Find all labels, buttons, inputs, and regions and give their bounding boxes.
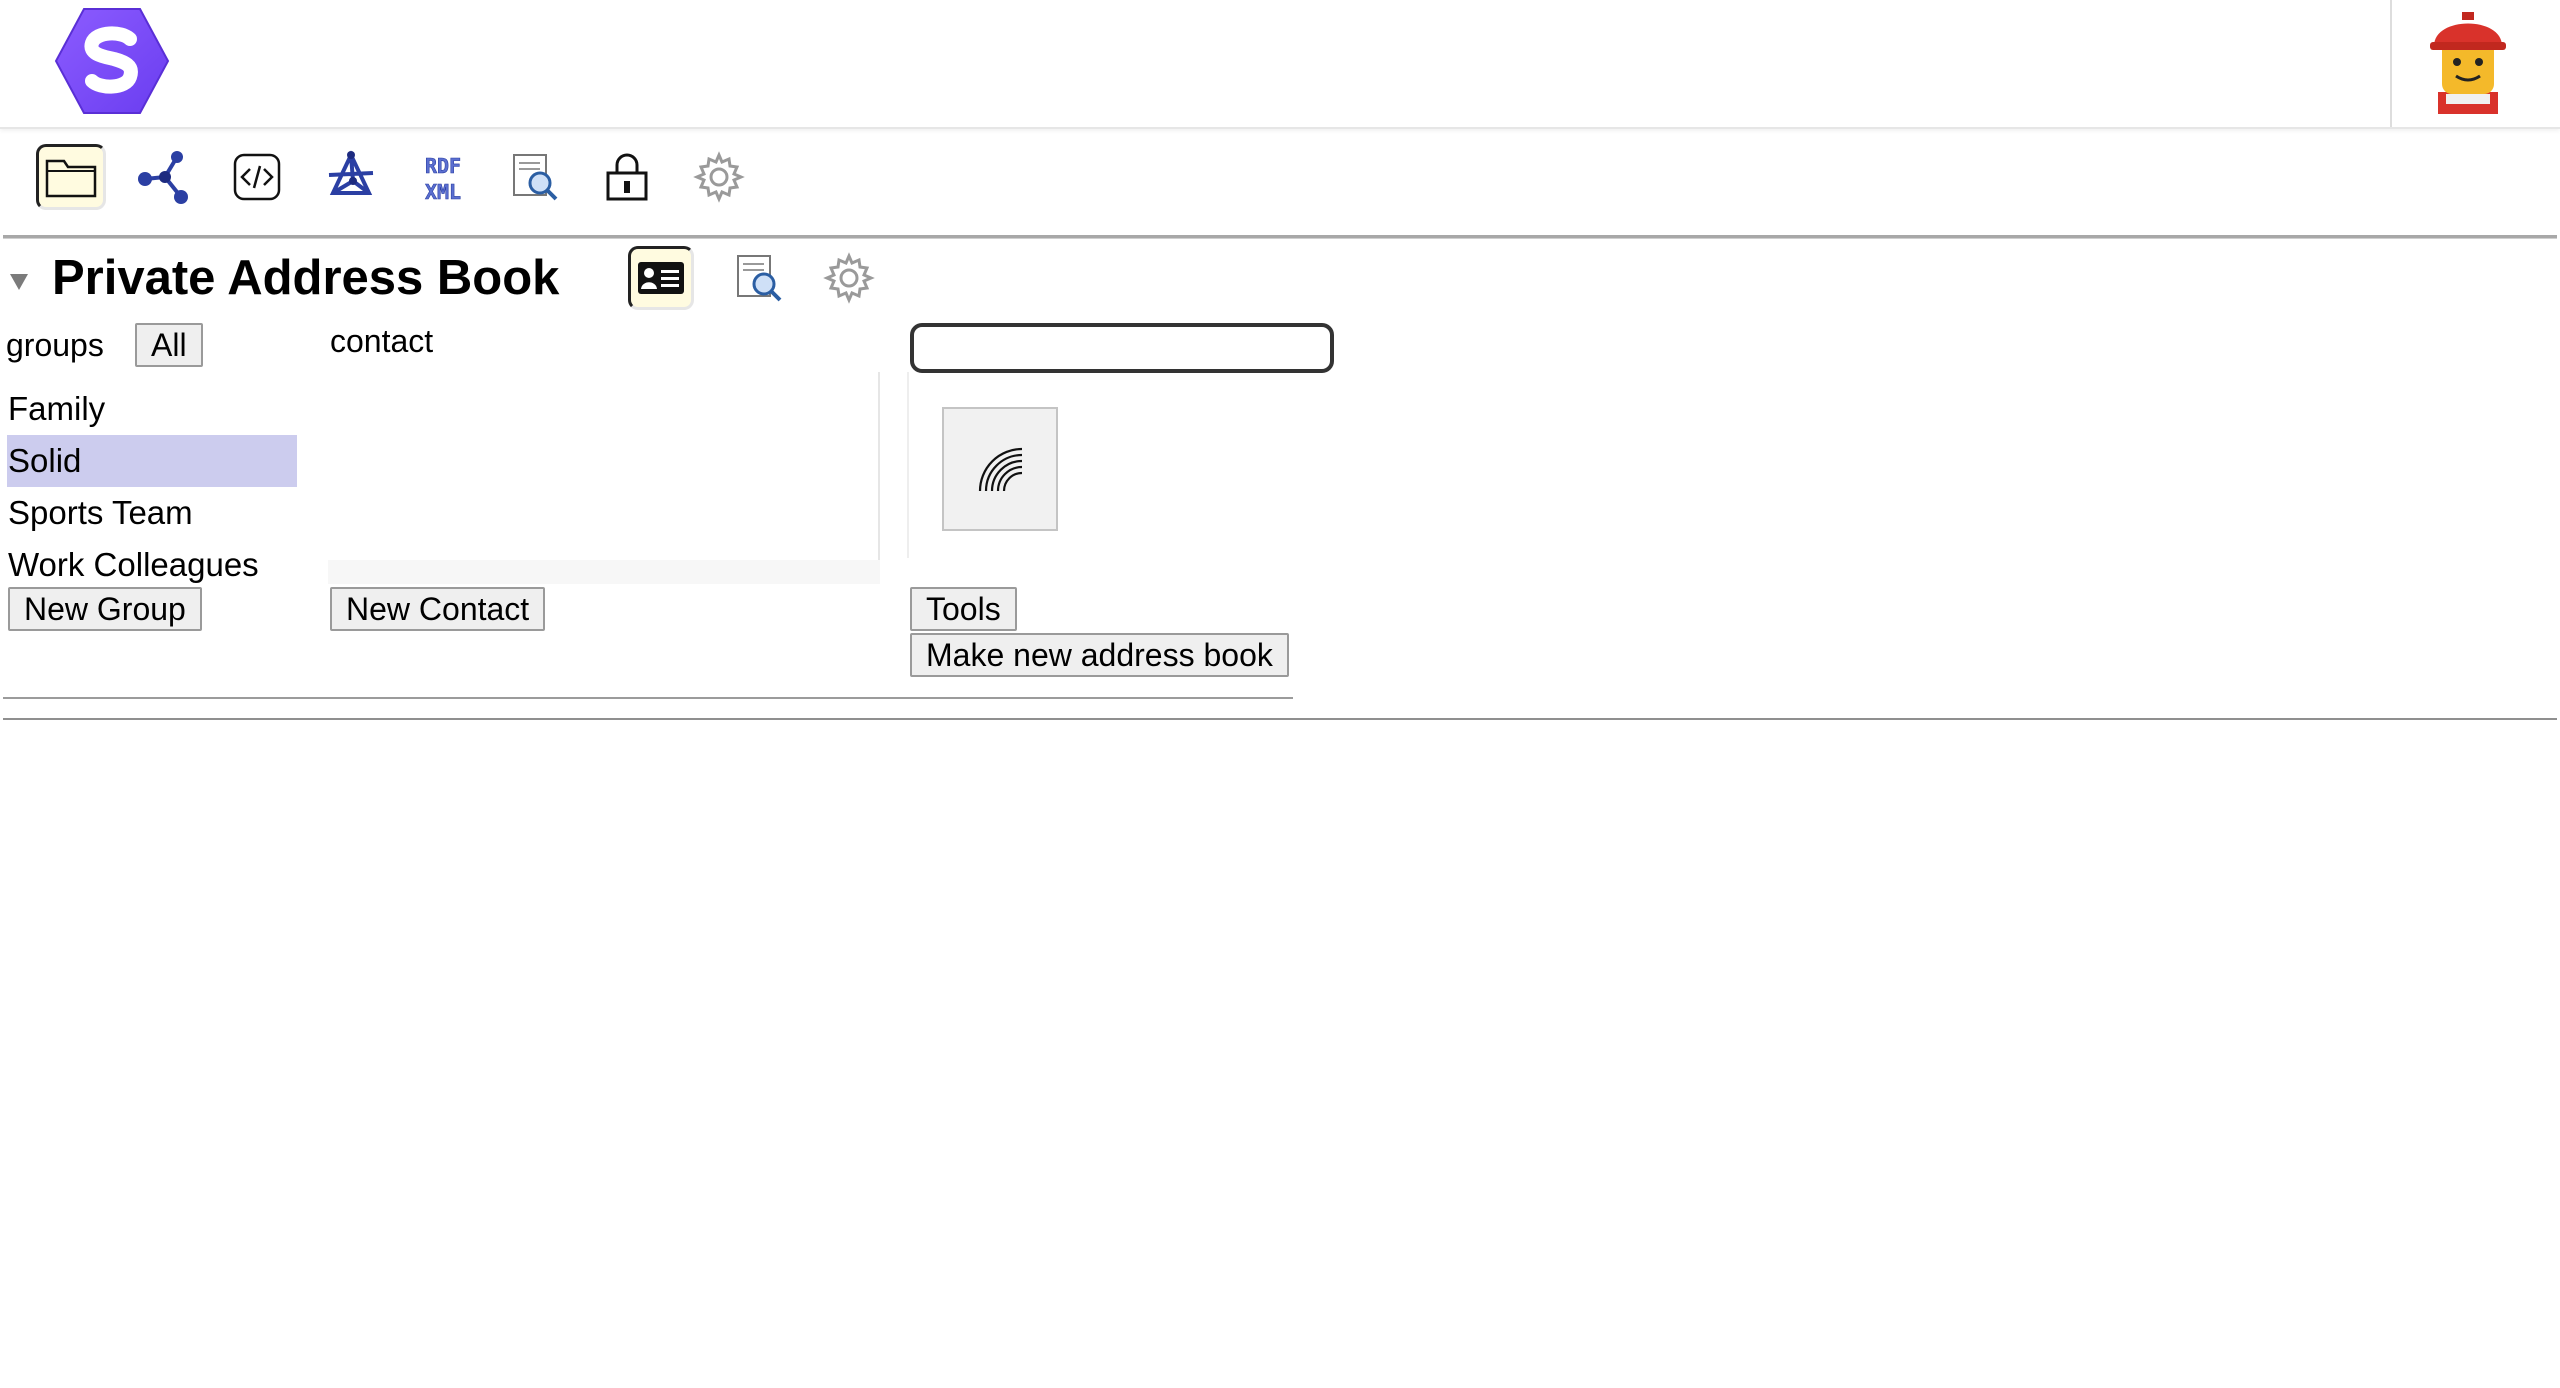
contact-card-icon[interactable]: [628, 246, 694, 310]
addressbook-header: Private Address Book: [0, 246, 1000, 316]
section-divider: [3, 697, 1293, 699]
new-contact-button[interactable]: New Contact: [330, 587, 546, 631]
contact-list-footer: [328, 560, 880, 584]
rdf-xml-icon[interactable]: RDF XML: [408, 144, 478, 210]
collapse-toggle-icon[interactable]: [10, 274, 28, 290]
lock-icon[interactable]: [592, 144, 662, 210]
graph-icon[interactable]: [316, 144, 386, 210]
wave-icon[interactable]: [942, 407, 1058, 531]
gear-icon[interactable]: [684, 144, 754, 210]
solid-logo-icon[interactable]: [52, 5, 172, 117]
document-search-icon[interactable]: [500, 144, 570, 210]
group-item-family[interactable]: Family: [7, 383, 297, 435]
groups-label: groups: [6, 327, 104, 363]
code-icon[interactable]: [222, 144, 292, 210]
network-icon[interactable]: [130, 144, 200, 210]
user-avatar-icon[interactable]: [2420, 10, 2516, 114]
make-new-address-book-button[interactable]: Make new address book: [910, 633, 1289, 677]
header-divider: [2390, 0, 2392, 127]
toolbar-divider: [3, 235, 2557, 239]
contact-list: [328, 372, 880, 584]
rdf-label: RDF: [425, 154, 461, 178]
group-item-sports-team[interactable]: Sports Team: [7, 487, 297, 539]
main-toolbar: RDF XML: [0, 140, 2560, 238]
page-divider: [3, 718, 2557, 720]
folder-icon[interactable]: [36, 144, 106, 210]
group-item-work-colleagues[interactable]: Work Colleagues: [7, 539, 297, 591]
contact-label: contact: [330, 323, 434, 359]
details-divider: [907, 372, 909, 558]
group-item-solid[interactable]: Solid: [7, 435, 297, 487]
document-search-icon[interactable]: [726, 246, 792, 310]
all-groups-button[interactable]: All: [135, 323, 203, 367]
new-group-button[interactable]: New Group: [8, 587, 202, 631]
app-header: [0, 0, 2560, 129]
gear-icon[interactable]: [816, 246, 882, 310]
page-title: Private Address Book: [52, 251, 560, 305]
xml-label: XML: [425, 180, 461, 204]
search-input[interactable]: [910, 323, 1334, 373]
group-list: Family Solid Sports Team Work Colleagues: [7, 383, 297, 591]
tools-button[interactable]: Tools: [910, 587, 1017, 631]
